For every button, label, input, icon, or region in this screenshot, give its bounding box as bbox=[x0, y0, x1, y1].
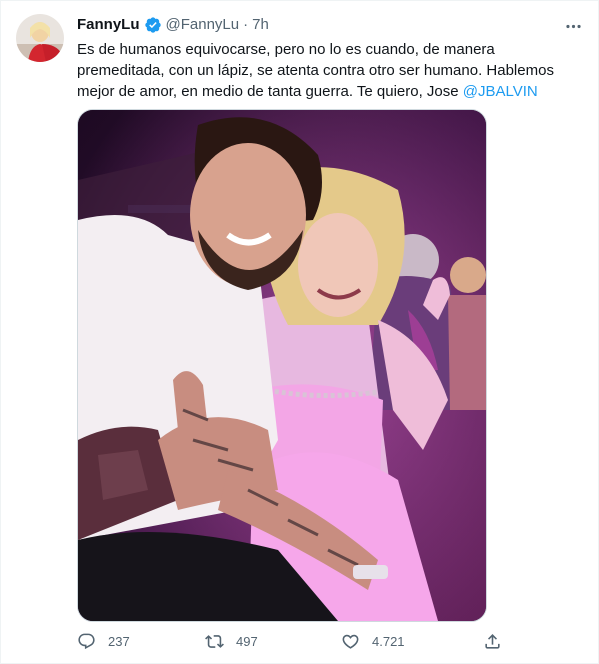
tweet-text: Es de humanos equivocarse, pero no lo es… bbox=[77, 39, 577, 102]
tweet-actions-bar: 237 497 4.721 bbox=[77, 629, 507, 653]
header-separator: · bbox=[243, 16, 249, 33]
retweet-count: 497 bbox=[236, 633, 258, 649]
reply-count: 237 bbox=[108, 633, 130, 649]
tweet-card[interactable]: FannyLu @FannyLu · 7h Es de humanos equi… bbox=[0, 0, 599, 664]
author-avatar[interactable] bbox=[16, 14, 64, 62]
author-display-name[interactable]: FannyLu bbox=[77, 15, 140, 35]
like-icon bbox=[341, 632, 360, 651]
retweet-icon bbox=[205, 632, 224, 651]
share-button[interactable] bbox=[483, 629, 502, 653]
tweet-photo[interactable] bbox=[77, 109, 487, 622]
verified-badge-icon bbox=[144, 16, 162, 34]
reply-icon bbox=[77, 632, 96, 651]
reply-button[interactable]: 237 bbox=[77, 629, 130, 653]
like-count: 4.721 bbox=[372, 633, 405, 649]
retweet-button[interactable]: 497 bbox=[205, 629, 258, 653]
share-icon bbox=[483, 632, 502, 651]
like-button[interactable]: 4.721 bbox=[341, 629, 405, 653]
tweet-timestamp[interactable]: 7h bbox=[252, 15, 269, 35]
author-handle[interactable]: @FannyLu bbox=[166, 15, 240, 35]
mention-link[interactable]: @JBALVIN bbox=[463, 83, 538, 100]
tweet-header: FannyLu @FannyLu · 7h bbox=[77, 15, 269, 35]
more-options-icon[interactable] bbox=[562, 15, 584, 37]
